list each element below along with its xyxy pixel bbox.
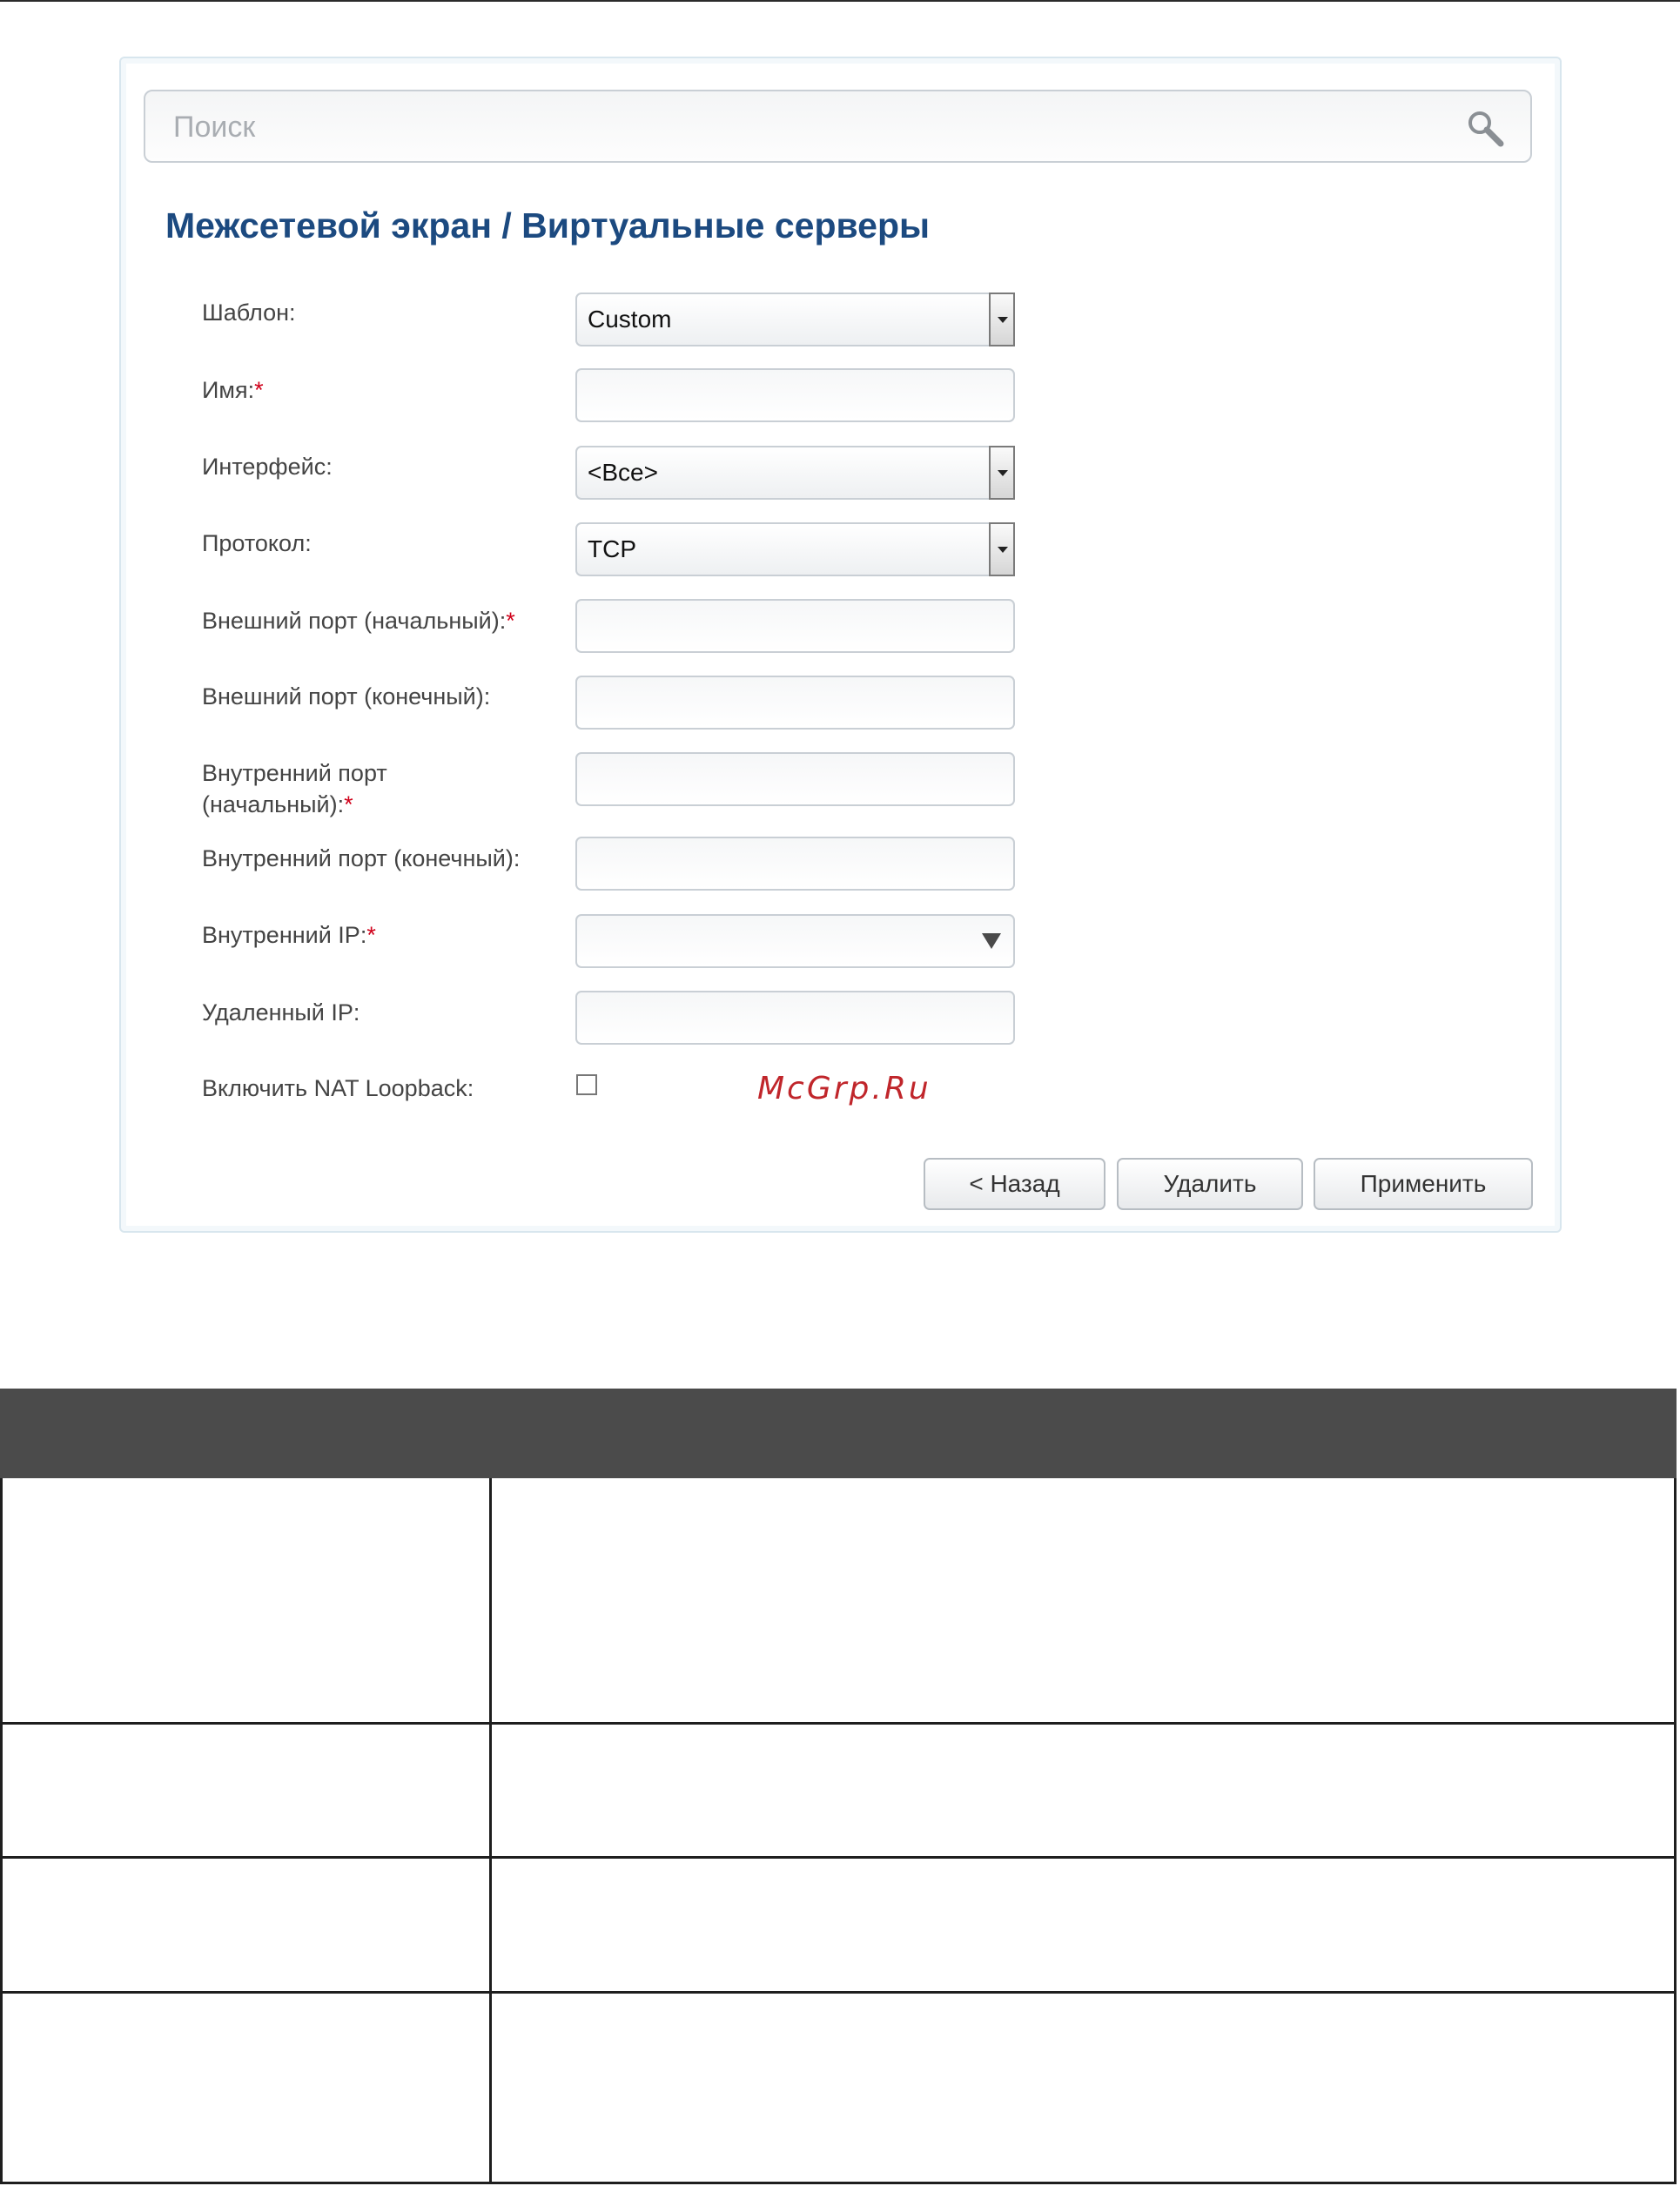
ext-port-start-field[interactable] [575, 599, 1015, 653]
int-port-start-input[interactable] [577, 754, 1013, 804]
ext-port-start-label: Внешний порт (начальный):* [202, 608, 515, 634]
table-row [0, 1478, 1677, 1725]
name-input[interactable] [577, 370, 1013, 420]
ext-port-end-field[interactable] [575, 676, 1015, 730]
delete-button[interactable]: Удалить [1117, 1158, 1303, 1210]
template-select-value: Custom [588, 306, 672, 333]
protocol-dropdown-icon[interactable] [989, 522, 1015, 576]
table-header [0, 1389, 1677, 1478]
page-title: Межсетевой экран / Виртуальные серверы [165, 205, 931, 246]
table-row [0, 1859, 1677, 1994]
template-label: Шаблон: [202, 299, 296, 326]
nat-loopback-label: Включить NAT Loopback: [202, 1075, 474, 1101]
interface-dropdown-icon[interactable] [989, 446, 1015, 500]
int-port-end-field[interactable] [575, 837, 1015, 891]
search-icon[interactable] [1464, 107, 1506, 149]
back-button[interactable]: < Назад [924, 1158, 1105, 1210]
remote-ip-label: Удаленный IP: [202, 999, 360, 1026]
required-mark: * [344, 791, 353, 817]
apply-button[interactable]: Применить [1314, 1158, 1533, 1210]
required-mark: * [366, 922, 376, 948]
table-row [0, 1994, 1677, 2184]
required-mark: * [506, 608, 515, 634]
int-port-start-label: Внутренний порт (начальный):* [202, 760, 387, 817]
ext-port-end-label: Внешний порт (конечный): [202, 683, 491, 710]
nat-loopback-checkbox[interactable] [576, 1074, 597, 1095]
protocol-select-value: TCP [588, 535, 636, 562]
int-port-end-input[interactable] [577, 838, 1013, 889]
remote-ip-input[interactable] [577, 992, 1013, 1043]
internal-ip-combo[interactable] [575, 914, 1015, 968]
int-port-start-field[interactable] [575, 752, 1015, 806]
watermark: McGrp.Ru [757, 1071, 931, 1106]
name-field[interactable] [575, 368, 1015, 422]
internal-ip-label: Внутренний IP:* [202, 922, 376, 948]
protocol-label: Протокол: [202, 530, 312, 556]
template-dropdown-icon[interactable] [989, 293, 1015, 346]
search-input[interactable] [171, 91, 1446, 163]
int-port-end-label: Внутренний порт (конечный): [202, 845, 521, 871]
protocol-select[interactable]: TCP [575, 522, 1015, 576]
interface-select[interactable]: <Все> [575, 446, 1015, 500]
interface-label: Интерфейс: [202, 454, 333, 480]
top-rule [0, 0, 1680, 2]
ext-port-start-input[interactable] [577, 601, 1013, 651]
interface-select-value: <Все> [588, 459, 658, 486]
remote-ip-field[interactable] [575, 991, 1015, 1045]
name-label: Имя:* [202, 377, 264, 403]
internal-ip-input[interactable] [577, 916, 978, 966]
search-box[interactable] [144, 90, 1532, 163]
required-mark: * [254, 377, 264, 403]
ext-port-end-input[interactable] [577, 677, 1013, 728]
internal-ip-dropdown-icon[interactable] [982, 933, 1001, 949]
template-select[interactable]: Custom [575, 293, 1015, 346]
table-row [0, 1725, 1677, 1859]
